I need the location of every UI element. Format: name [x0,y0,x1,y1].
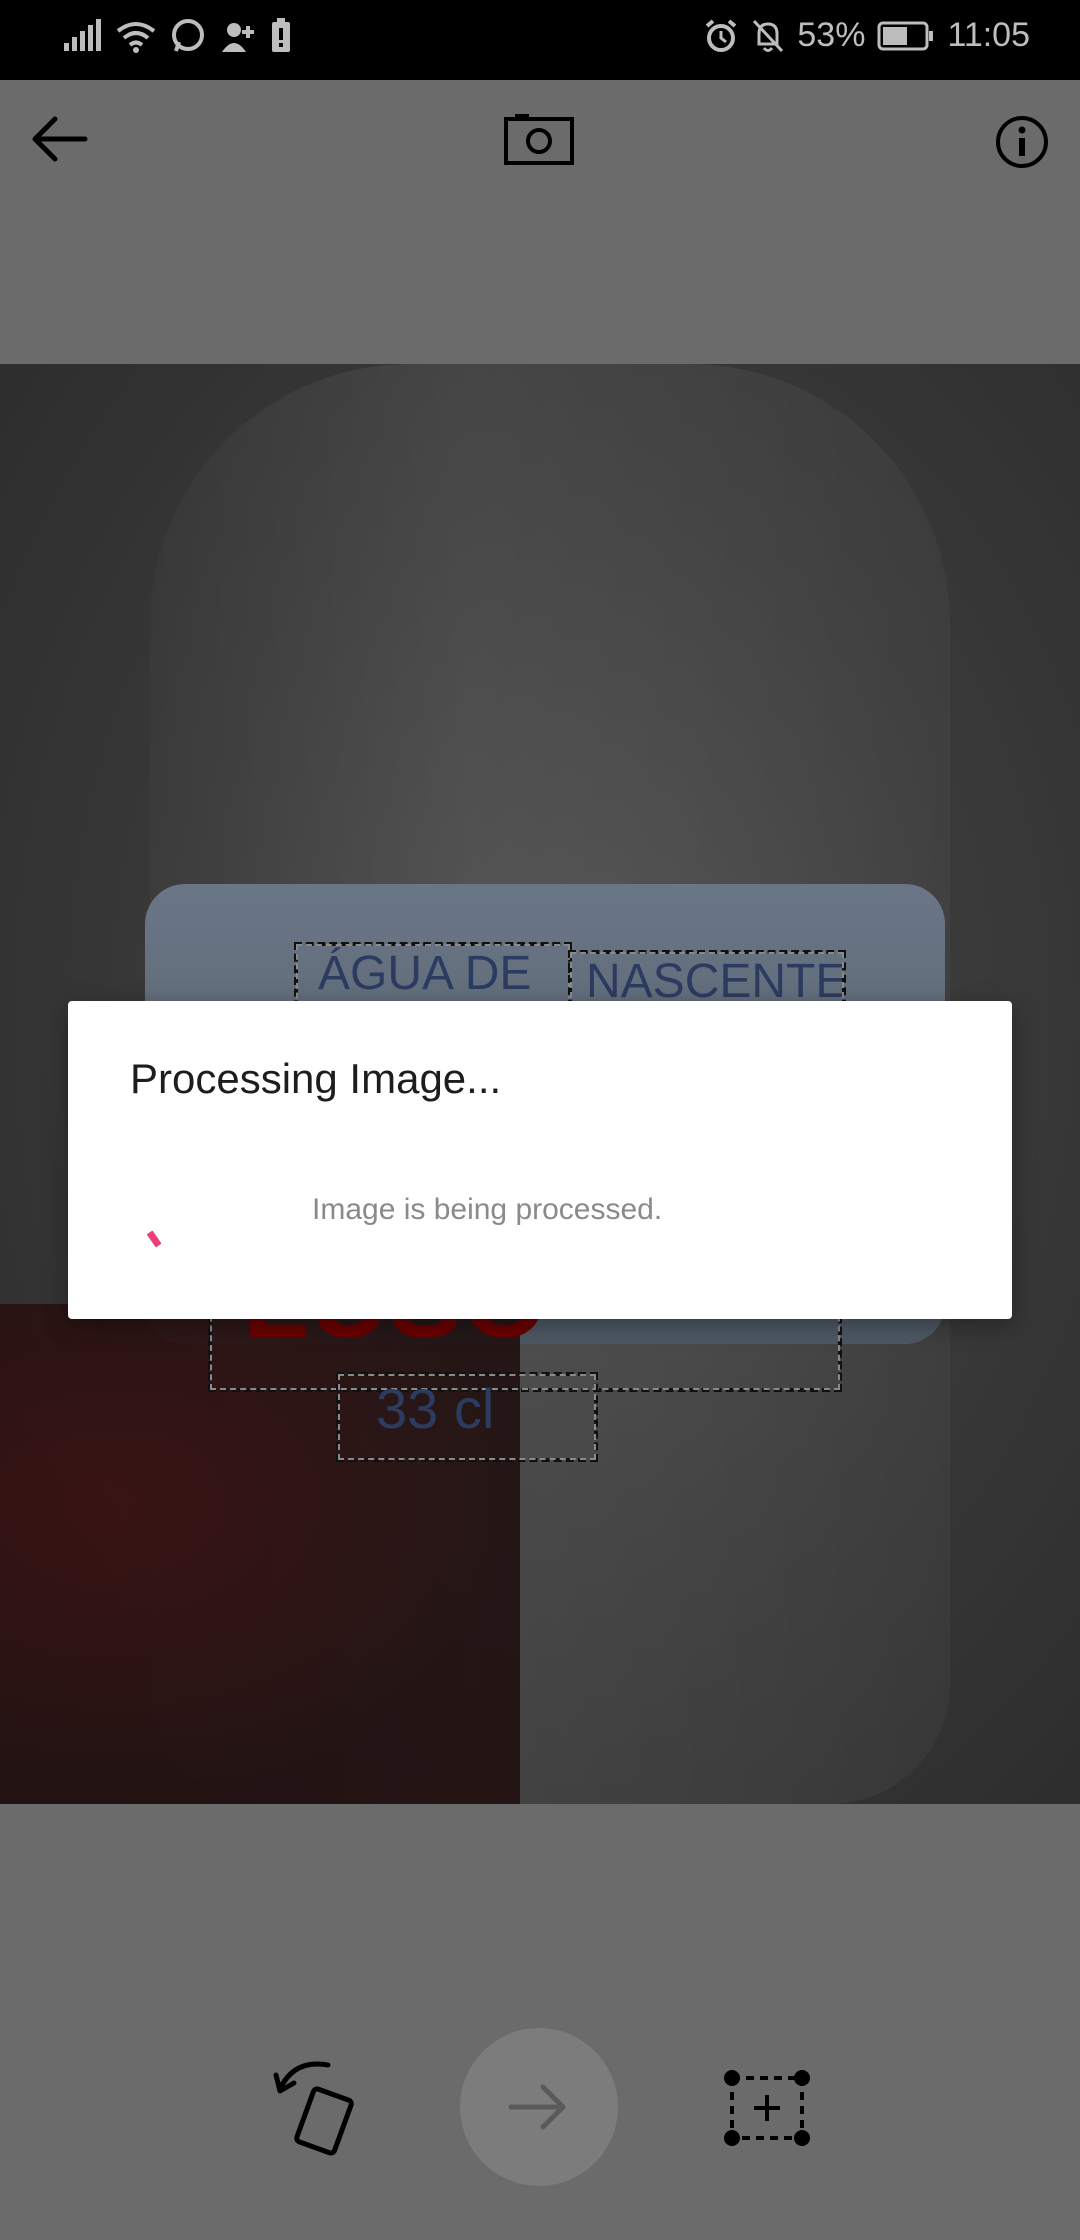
clock: 11:05 [947,16,1030,54]
dialog-message: Image is being processed. [312,1193,663,1226]
add-contact-icon [222,23,254,52]
info-button[interactable] [990,110,1054,174]
next-button[interactable] [460,2028,618,2186]
camera-button[interactable] [498,108,580,170]
text-region-label: ÁGUA DE [318,947,532,1000]
text-region-box[interactable]: 33 cl [336,1372,598,1462]
status-right-icons: 53% 11:05 [703,16,1030,55]
arrow-left-icon [32,116,88,162]
whatsapp-icon [172,19,204,52]
status-left-icons [62,18,292,54]
dialog-title: Processing Image... [130,1055,502,1102]
back-button[interactable] [22,102,96,176]
info-icon [996,116,1048,168]
add-region-icon [724,2070,810,2146]
arrow-right-icon [508,2084,566,2130]
battery-percent: 53% [797,16,866,54]
signal-icon [64,19,101,51]
status-bar: 53% 11:05 [0,0,1080,80]
notifications-off-icon [753,19,784,52]
top-toolbar [0,80,1080,364]
processing-dialog: Processing Image... Image is being proce… [68,1001,1012,1319]
wifi-icon [116,22,156,53]
camera-icon [504,114,574,165]
battery-alert-icon [272,18,290,52]
battery-icon [877,21,934,50]
rotate-button[interactable] [270,2055,370,2165]
add-region-button[interactable] [722,2068,812,2148]
alarm-icon [706,18,737,52]
loading-spinner-icon [147,1230,162,1248]
rotate-icon [273,2061,354,2156]
text-region-label: 33 cl [376,1377,495,1440]
